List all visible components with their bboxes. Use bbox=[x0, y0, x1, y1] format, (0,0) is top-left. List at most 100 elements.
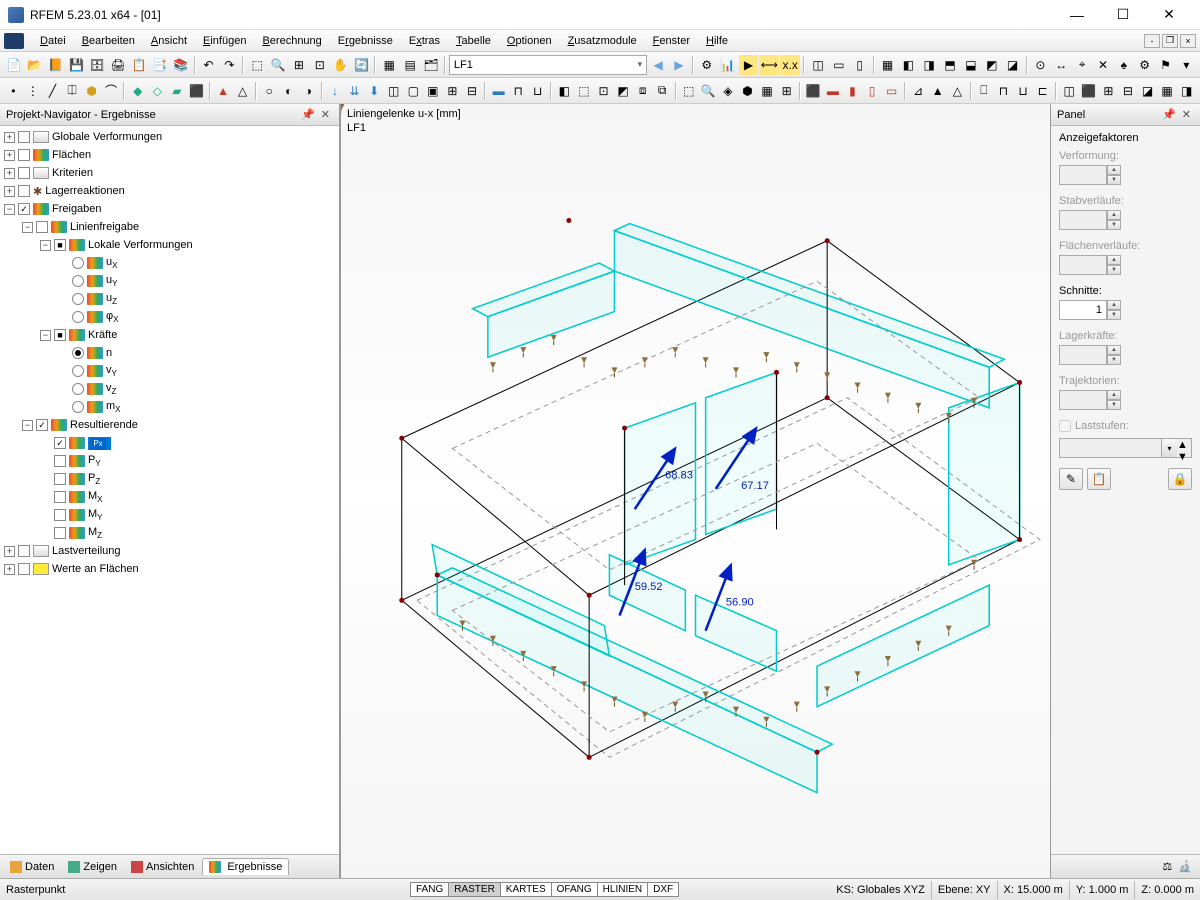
radio[interactable] bbox=[72, 275, 84, 287]
flag-icon[interactable]: ⚑ bbox=[1156, 55, 1176, 75]
load3-icon[interactable]: ⬇ bbox=[365, 81, 384, 101]
snap-icon[interactable]: ⊙ bbox=[1031, 55, 1051, 75]
h4-icon[interactable]: ⊏ bbox=[1033, 81, 1052, 101]
edit2-icon[interactable]: ⊓ bbox=[509, 81, 528, 101]
menu-einfuegen[interactable]: Einfügen bbox=[195, 33, 254, 49]
tree-item[interactable]: Resultierende bbox=[70, 419, 138, 431]
save-icon[interactable]: 💾 bbox=[67, 55, 87, 75]
collapse-icon[interactable]: − bbox=[22, 222, 33, 233]
tab-ergebnisse[interactable]: Ergebnisse bbox=[202, 858, 289, 875]
checkbox[interactable] bbox=[54, 473, 66, 485]
radio[interactable] bbox=[72, 365, 84, 377]
zoom-icon[interactable]: 🔍 bbox=[268, 55, 288, 75]
mdi-close[interactable]: × bbox=[1180, 34, 1196, 48]
collapse-icon[interactable]: − bbox=[40, 240, 51, 251]
t6-icon[interactable]: ◩ bbox=[982, 55, 1002, 75]
menu-extras[interactable]: Extras bbox=[401, 33, 448, 49]
glyph-icon[interactable]: ♠ bbox=[1114, 55, 1134, 75]
side-icon[interactable]: ▯ bbox=[850, 55, 870, 75]
iso-icon[interactable]: ◫ bbox=[808, 55, 828, 75]
menu-berechnung[interactable]: Berechnung bbox=[254, 33, 329, 49]
spinner-lager[interactable]: ▲▼ bbox=[1059, 345, 1192, 365]
tab-ansichten[interactable]: Ansichten bbox=[125, 859, 200, 875]
tree-item[interactable]: Globale Verformungen bbox=[52, 131, 162, 143]
radio[interactable] bbox=[72, 347, 84, 359]
tree-item[interactable]: Lastverteilung bbox=[52, 545, 121, 557]
stab-ofang[interactable]: OFANG bbox=[551, 882, 598, 897]
tree-item[interactable]: PY bbox=[88, 454, 101, 468]
radio[interactable] bbox=[72, 401, 84, 413]
checkbox[interactable] bbox=[18, 167, 30, 179]
results-icon[interactable]: 📊 bbox=[718, 55, 738, 75]
render3-icon[interactable]: ⊞ bbox=[1099, 81, 1118, 101]
expand-icon[interactable]: + bbox=[4, 150, 15, 161]
load8-icon[interactable]: ⊟ bbox=[463, 81, 482, 101]
v5-icon[interactable]: ▦ bbox=[758, 81, 777, 101]
redo-icon[interactable]: ↷ bbox=[219, 55, 239, 75]
f4-icon[interactable]: ▯ bbox=[863, 81, 882, 101]
laststufen-check[interactable]: Laststufen: bbox=[1059, 420, 1192, 432]
new-icon[interactable]: 📄 bbox=[4, 55, 24, 75]
mdi-minimize[interactable]: - bbox=[1144, 34, 1160, 48]
layers-icon[interactable]: 📚 bbox=[171, 55, 191, 75]
checkbox[interactable] bbox=[18, 545, 30, 557]
stab-fang[interactable]: FANG bbox=[410, 882, 449, 897]
tree-item[interactable]: φX bbox=[106, 310, 118, 324]
h2-icon[interactable]: ⊓ bbox=[994, 81, 1013, 101]
rigid-icon[interactable]: ◑ bbox=[299, 81, 318, 101]
panel-tab-icon[interactable]: ⚖ bbox=[1162, 860, 1172, 873]
spinner-stab[interactable]: ▲▼ bbox=[1059, 210, 1192, 230]
tab-daten[interactable]: Daten bbox=[4, 859, 60, 875]
render1-icon[interactable]: ◫ bbox=[1060, 81, 1079, 101]
lock-button[interactable]: 🔒 bbox=[1168, 468, 1192, 490]
tree-item[interactable]: Kräfte bbox=[88, 329, 117, 341]
t2-icon[interactable]: ◧ bbox=[898, 55, 918, 75]
scale-icon[interactable]: ⟷ bbox=[759, 55, 779, 75]
tree-item[interactable]: uY bbox=[106, 274, 117, 288]
render4-icon[interactable]: ⊟ bbox=[1119, 81, 1138, 101]
checkbox[interactable]: ■ bbox=[54, 329, 66, 341]
more-icon[interactable]: ▾ bbox=[1176, 55, 1196, 75]
stab-hlinien[interactable]: HLINIEN bbox=[597, 882, 648, 897]
copy-icon[interactable]: 📑 bbox=[150, 55, 170, 75]
select-icon[interactable]: ⬚ bbox=[247, 55, 267, 75]
radio[interactable] bbox=[72, 293, 84, 305]
saveall-icon[interactable]: 🗄 bbox=[87, 55, 107, 75]
gear-icon[interactable]: ⚙ bbox=[1135, 55, 1155, 75]
h3-icon[interactable]: ⊔ bbox=[1014, 81, 1033, 101]
checkbox[interactable]: ✓ bbox=[36, 419, 48, 431]
f2-icon[interactable]: ▬ bbox=[824, 81, 843, 101]
collapse-icon[interactable]: − bbox=[22, 420, 33, 431]
crosshair-icon[interactable]: ✕ bbox=[1093, 55, 1113, 75]
checkbox[interactable] bbox=[54, 527, 66, 539]
t1-icon[interactable]: ▦ bbox=[878, 55, 898, 75]
zoomwin-icon[interactable]: ⊞ bbox=[289, 55, 309, 75]
expand-icon[interactable]: + bbox=[4, 564, 15, 575]
load1-icon[interactable]: ↓ bbox=[326, 81, 345, 101]
prev-icon[interactable]: ◀ bbox=[648, 55, 668, 75]
g2-icon[interactable]: ▲ bbox=[928, 81, 947, 101]
t3-icon[interactable]: ◨ bbox=[919, 55, 939, 75]
surf2-icon[interactable]: ▰ bbox=[168, 81, 187, 101]
radio[interactable] bbox=[72, 311, 84, 323]
app-menu-icon[interactable] bbox=[4, 33, 24, 49]
menu-ansicht[interactable]: Ansicht bbox=[143, 33, 195, 49]
g1-icon[interactable]: ⊿ bbox=[909, 81, 928, 101]
book-icon[interactable]: 📙 bbox=[46, 55, 66, 75]
menu-tabelle[interactable]: Tabelle bbox=[448, 33, 499, 49]
support2-icon[interactable]: △ bbox=[233, 81, 252, 101]
rotate-icon[interactable]: 🔄 bbox=[352, 55, 372, 75]
tool3-icon[interactable]: ⊡ bbox=[594, 81, 613, 101]
v4-icon[interactable]: ⬢ bbox=[738, 81, 757, 101]
navigator-tree[interactable]: +Globale Verformungen +Flächen +Kriterie… bbox=[0, 126, 339, 854]
radio[interactable] bbox=[72, 383, 84, 395]
tree-item[interactable]: mX bbox=[106, 400, 121, 414]
navigator-icon[interactable]: 🗂 bbox=[421, 55, 441, 75]
render7-icon[interactable]: ◨ bbox=[1177, 81, 1196, 101]
edit1-icon[interactable]: ▬ bbox=[489, 81, 508, 101]
collapse-icon[interactable]: − bbox=[4, 204, 15, 215]
load2-icon[interactable]: ⇊ bbox=[345, 81, 364, 101]
menu-zusatzmodule[interactable]: Zusatzmodule bbox=[560, 33, 645, 49]
tree-item[interactable]: MY bbox=[88, 508, 103, 522]
line-icon[interactable]: ╱ bbox=[43, 81, 62, 101]
